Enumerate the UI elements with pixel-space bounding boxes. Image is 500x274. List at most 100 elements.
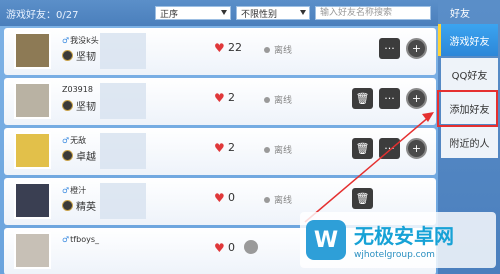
friend-row[interactable]: Z03918 坚韧 ♥ 2 离线 🗑 ··· +: [4, 78, 436, 125]
tab-label: 附近的人: [449, 138, 490, 150]
status-indicator: 离线: [264, 193, 292, 206]
friend-name: ♂tfboys_: [62, 235, 99, 244]
chevron-down-icon: [300, 10, 306, 15]
blurred-region: [100, 83, 146, 119]
rank-tag: 坚韧: [62, 98, 96, 113]
friend-count-label: 游戏好友：0/27: [6, 9, 79, 21]
watermark-text: 无极安卓网 wjhotelgroup.com: [354, 220, 454, 260]
likes-count: 22: [228, 41, 242, 54]
avatar[interactable]: [14, 182, 51, 219]
delete-button[interactable]: 🗑: [352, 188, 373, 209]
tab-label: QQ好友: [451, 70, 488, 82]
search-input[interactable]: 输入好友名称搜索: [315, 6, 431, 20]
watermark: W 无极安卓网 wjhotelgroup.com: [300, 212, 496, 268]
rank-label: 精英: [76, 202, 96, 213]
chat-icon: ···: [384, 92, 395, 105]
trash-icon: 🗑: [355, 192, 370, 205]
status-indicator: 离线: [264, 143, 292, 156]
status-label: 离线: [274, 96, 293, 106]
avatar[interactable]: [14, 32, 51, 69]
status-dot-icon: [264, 96, 270, 103]
rank-label: 卓越: [76, 152, 96, 163]
male-icon: ♂: [62, 186, 70, 195]
chat-icon: ···: [384, 42, 395, 55]
likes-count: 2: [228, 141, 235, 154]
heart-icon: ♥: [214, 191, 225, 205]
rank-label: 坚韧: [76, 102, 96, 113]
chevron-down-icon: [221, 10, 227, 15]
friend-name-text: tfboys_: [70, 235, 99, 244]
status-indicator: 离线: [264, 43, 292, 56]
sidebar-title: 好友: [450, 9, 470, 20]
friend-name-text: 无敌: [70, 136, 87, 145]
friend-name-text: 橙汁: [70, 186, 87, 195]
likes-count: 2: [228, 91, 235, 104]
delete-button[interactable]: 🗑: [352, 88, 373, 109]
friend-name: ♂我没k头: [62, 35, 99, 46]
status-dot-icon: [264, 146, 270, 153]
friend-name: ♂无敌: [62, 135, 86, 146]
chat-button[interactable]: ···: [379, 38, 400, 59]
watermark-logo-icon: W: [306, 220, 346, 260]
likes-count: 0: [228, 191, 235, 204]
tab-nearby[interactable]: 附近的人: [441, 126, 498, 158]
status-indicator: 离线: [264, 93, 292, 106]
friend-name-text: 我没k头: [70, 36, 99, 45]
rank-tag: 坚韧: [62, 48, 96, 63]
trash-icon: 🗑: [355, 142, 370, 155]
invite-button[interactable]: +: [406, 88, 427, 109]
tab-game-friends[interactable]: 游戏好友: [438, 24, 498, 56]
rank-badge-icon: [62, 50, 73, 61]
highlight-box: [437, 90, 498, 127]
male-icon: ♂: [62, 36, 70, 45]
status-dot-icon: [264, 196, 270, 203]
likes-count: 0: [228, 241, 235, 254]
tab-qq-friends[interactable]: QQ好友: [441, 58, 498, 90]
invite-icon: +: [411, 142, 422, 155]
rank-label: 坚韧: [76, 52, 96, 63]
watermark-title: 无极安卓网: [354, 224, 454, 248]
friend-name: Z03918: [62, 85, 93, 94]
status-label: 离线: [274, 46, 293, 56]
status-dot-icon: [264, 46, 270, 53]
delete-button[interactable]: 🗑: [352, 138, 373, 159]
blurred-region: [100, 183, 146, 219]
friend-row[interactable]: ♂我没k头 坚韧 ♥ 22 离线 ··· +: [4, 28, 436, 75]
chat-button[interactable]: ···: [379, 88, 400, 109]
rank-badge-icon: [62, 150, 73, 161]
invite-icon: +: [411, 92, 422, 105]
friend-name: ♂橙汁: [62, 185, 86, 196]
tab-label: 游戏好友: [449, 36, 490, 48]
male-icon: ♂: [62, 136, 70, 145]
blurred-region: [100, 133, 146, 169]
friend-name-text: Z03918: [62, 85, 93, 94]
status-label: 离线: [274, 146, 293, 156]
trash-icon: 🗑: [355, 92, 370, 105]
friend-row[interactable]: ♂无敌 卓越 ♥ 2 离线 🗑 ··· +: [4, 128, 436, 175]
blurred-region: [100, 33, 146, 69]
avatar[interactable]: [14, 232, 51, 269]
heart-icon: ♥: [214, 41, 225, 55]
chat-icon: ···: [384, 142, 395, 155]
rank-tag: 精英: [62, 198, 96, 213]
watermark-url: wjhotelgroup.com: [354, 250, 435, 260]
invite-button[interactable]: +: [406, 138, 427, 159]
status-label: 离线: [274, 196, 293, 206]
heart-icon: ♥: [214, 91, 225, 105]
rank-badge-icon: [62, 100, 73, 111]
heart-icon: ♥: [214, 141, 225, 155]
gender-select[interactable]: 不限性别: [236, 6, 310, 20]
rank-badge-icon: [62, 200, 73, 211]
sort-select-value: 正序: [160, 9, 179, 20]
avatar[interactable]: [14, 132, 51, 169]
heart-icon: ♥: [214, 241, 225, 255]
status-dot-icon: [244, 240, 258, 254]
invite-button[interactable]: +: [406, 38, 427, 59]
invite-icon: +: [411, 42, 422, 55]
male-icon: ♂: [62, 235, 70, 244]
gender-select-value: 不限性别: [241, 9, 278, 20]
avatar[interactable]: [14, 82, 51, 119]
chat-button[interactable]: ···: [379, 138, 400, 159]
rank-tag: 卓越: [62, 148, 96, 163]
sort-select[interactable]: 正序: [155, 6, 231, 20]
